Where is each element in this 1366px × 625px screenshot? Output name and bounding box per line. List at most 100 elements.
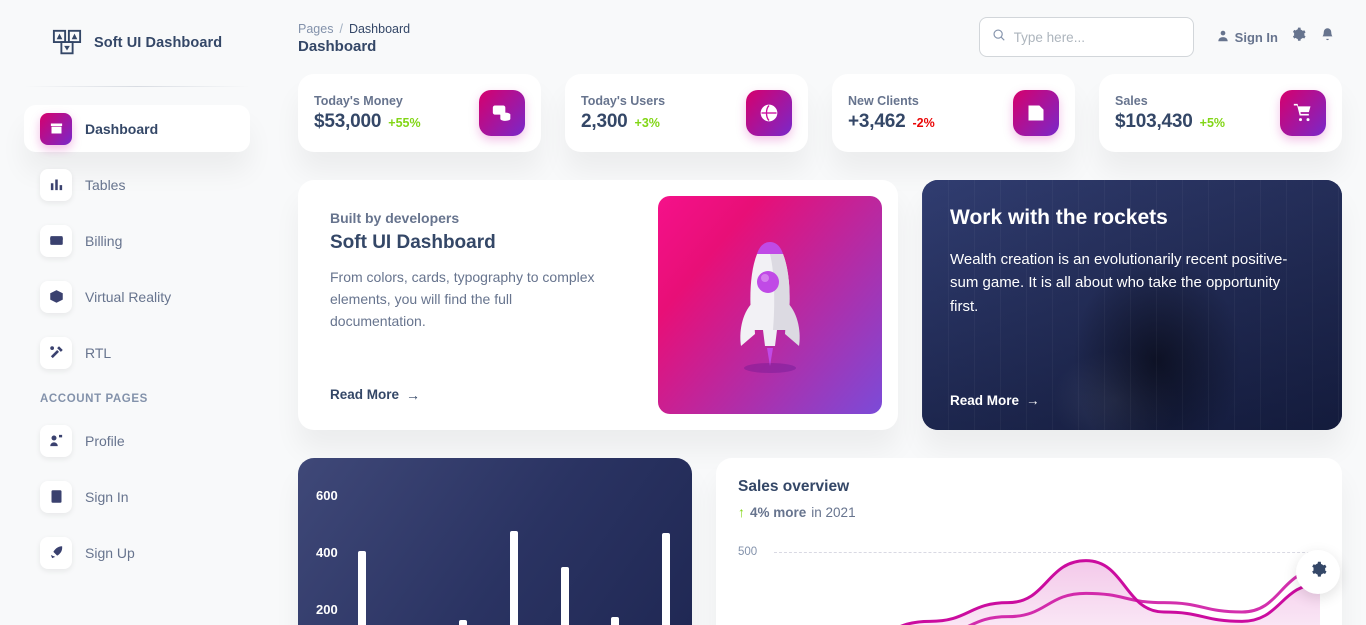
- rockets-body: Work with the rockets Wealth creation is…: [922, 180, 1342, 430]
- rockets-text: Wealth creation is an evolutionarily rec…: [950, 251, 1288, 315]
- sales-overview-title: Sales overview: [738, 478, 850, 495]
- shopping-cart-icon: [1280, 90, 1326, 136]
- mid-row: Built by developers Soft UI Dashboard Fr…: [298, 180, 1342, 430]
- settings-button[interactable]: [1284, 27, 1313, 47]
- promo-eyebrow: Built by developers: [330, 210, 460, 226]
- sidebar-divider: [24, 86, 250, 87]
- sidebar-nav: Dashboard Tables Billing Virtual Reality: [16, 105, 258, 576]
- main-content: Pages / Dashboard Dashboard Si: [274, 0, 1366, 625]
- arrow-right-icon: →: [1026, 393, 1040, 408]
- user-icon: [1216, 29, 1230, 46]
- bar: [611, 617, 620, 625]
- brand-name: Soft UI Dashboard: [94, 35, 223, 51]
- bar: [661, 532, 670, 625]
- sidebar-item-label: Tables: [85, 176, 126, 193]
- page-title: Dashboard: [298, 37, 377, 55]
- stat-value-row: $53,000 +55%: [314, 111, 421, 133]
- office-chart-icon: [40, 168, 72, 201]
- document-badge-icon: [1013, 90, 1059, 136]
- world-globe-icon: [746, 90, 792, 136]
- topbar-actions: Sign In: [978, 17, 1342, 57]
- bar: [560, 567, 569, 625]
- settings-fab-button[interactable]: [1296, 550, 1340, 594]
- brand[interactable]: Soft UI Dashboard: [16, 0, 258, 86]
- bar: [509, 531, 518, 625]
- sign-in-button[interactable]: Sign In: [1210, 29, 1284, 46]
- sidebar-item-profile[interactable]: Profile: [24, 417, 250, 464]
- stat-value: $53,000: [314, 110, 382, 132]
- sales-overview-card: Sales overview ↑ 4% more in 2021 500: [716, 458, 1342, 625]
- rocket-illustration: [658, 196, 882, 414]
- read-more-label: Read More: [330, 387, 400, 402]
- settings-tools-icon: [40, 336, 72, 369]
- stat-value-row: $103,430 +5%: [1115, 111, 1225, 133]
- y-tick: 500: [738, 546, 758, 558]
- stat-label: Today's Users: [581, 93, 666, 108]
- sidebar-item-label: Sign Up: [85, 544, 135, 561]
- arrow-right-icon: →: [406, 386, 421, 403]
- rockets-read-more-link[interactable]: Read More →: [950, 393, 1314, 408]
- stat-text: New Clients +3,462 -2%: [848, 94, 935, 133]
- stat-label: Today's Money: [314, 93, 403, 108]
- promo-body: Built by developers Soft UI Dashboard Fr…: [314, 196, 658, 414]
- stat-value-row: +3,462 -2%: [848, 111, 935, 133]
- gear-icon: [1310, 561, 1327, 583]
- sales-line-chart: 500: [738, 542, 1320, 625]
- document-icon: [40, 480, 72, 513]
- rocket-graphic: [740, 242, 800, 373]
- promo-text: From colors, cards, typography to comple…: [330, 269, 595, 330]
- stat-label: Sales: [1115, 93, 1148, 108]
- breadcrumb: Pages / Dashboard: [298, 22, 410, 36]
- stats-row: Today's Money $53,000 +55% Today's Users…: [298, 74, 1342, 152]
- stat-value: $103,430: [1115, 110, 1193, 132]
- notifications-button[interactable]: [1313, 27, 1342, 47]
- sidebar-item-billing[interactable]: Billing: [24, 217, 250, 264]
- stat-delta: -2%: [912, 115, 935, 130]
- shop-icon: [40, 112, 72, 145]
- arrow-up-icon: ↑: [738, 504, 745, 520]
- sales-overview-subtitle: ↑ 4% more in 2021: [738, 504, 1320, 520]
- rocket-icon: [40, 536, 72, 569]
- rockets-title: Work with the rockets: [950, 206, 1168, 229]
- breadcrumb-parent[interactable]: Pages: [298, 22, 333, 36]
- app-root: Soft UI Dashboard Dashboard Tables Billi…: [0, 0, 1366, 625]
- sidebar-item-label: Virtual Reality: [85, 288, 172, 305]
- sign-in-label: Sign In: [1234, 29, 1278, 45]
- sidebar-item-label: Sign In: [85, 488, 129, 505]
- rockets-card: Work with the rockets Wealth creation is…: [922, 180, 1342, 430]
- topbar: Pages / Dashboard Dashboard Si: [298, 0, 1342, 74]
- active-users-bar-chart-card: 600 400 200: [298, 458, 692, 625]
- promo-read-more-link[interactable]: Read More →: [330, 387, 648, 408]
- stat-delta: +55%: [388, 115, 421, 130]
- sales-delta: 4% more: [750, 504, 807, 520]
- search-icon: [992, 28, 1006, 47]
- gear-icon: [1291, 27, 1306, 47]
- bell-icon: [1320, 27, 1335, 47]
- sidebar-item-tables[interactable]: Tables: [24, 161, 250, 208]
- search-box[interactable]: [978, 17, 1194, 57]
- bar: [459, 620, 468, 625]
- sidebar-item-sign-up[interactable]: Sign Up: [24, 529, 250, 576]
- sidebar-item-sign-in[interactable]: Sign In: [24, 473, 250, 520]
- money-coins-icon: [479, 90, 525, 136]
- stat-card-new-clients: New Clients +3,462 -2%: [832, 74, 1075, 152]
- sidebar-item-rtl[interactable]: RTL: [24, 329, 250, 376]
- sidebar-item-label: Profile: [85, 432, 125, 449]
- sales-line-paths: [900, 559, 1320, 625]
- promo-card: Built by developers Soft UI Dashboard Fr…: [298, 180, 898, 430]
- bottom-row: 600 400 200 Sales overview ↑ 4% more in …: [298, 458, 1342, 625]
- stat-delta: +3%: [634, 115, 660, 130]
- customer-support-icon: [40, 424, 72, 457]
- sidebar-item-dashboard[interactable]: Dashboard: [24, 105, 250, 152]
- stat-text: Sales $103,430 +5%: [1115, 94, 1225, 133]
- sidebar-item-label: RTL: [85, 344, 112, 361]
- sidebar-item-virtual-reality[interactable]: Virtual Reality: [24, 273, 250, 320]
- stat-value: +3,462: [848, 110, 906, 132]
- search-input[interactable]: [1013, 29, 1181, 45]
- stat-text: Today's Users 2,300 +3%: [581, 94, 665, 133]
- stat-card-todays-money: Today's Money $53,000 +55%: [298, 74, 541, 152]
- bar: [358, 551, 366, 625]
- stat-value-row: 2,300 +3%: [581, 111, 665, 133]
- sales-period: in 2021: [811, 504, 856, 520]
- breadcrumb-separator: /: [339, 21, 343, 36]
